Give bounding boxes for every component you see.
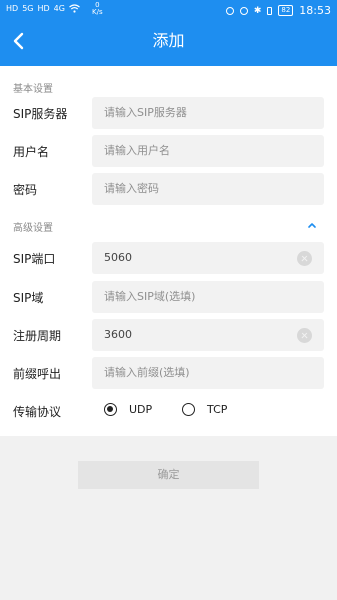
prefix-input[interactable]: 请输入前缀(选填) [92, 357, 324, 389]
sip-port-label: SIP端口 [13, 252, 56, 266]
clear-icon[interactable] [297, 328, 312, 343]
username-label: 用户名 [13, 145, 50, 159]
net-label-4: 4G [53, 4, 65, 13]
sip-server-input[interactable]: 请输入SIP服务器 [92, 97, 324, 129]
network-speed-unit: K/s [92, 8, 103, 16]
chevron-up-icon[interactable] [305, 218, 319, 232]
battery-icon: 82 [278, 5, 294, 16]
password-placeholder: 请输入密码 [104, 182, 159, 195]
status-bar: HD 5G HD 4G 0 K/s ✱ 82 18:53 [0, 0, 337, 22]
sip-port-value: 5060 [104, 251, 132, 264]
vibrate-icon [267, 6, 273, 15]
alarm-icon [239, 6, 248, 15]
register-period-value: 3600 [104, 328, 132, 341]
sip-domain-input[interactable]: 请输入SIP域(选填) [92, 281, 324, 313]
network-speed: 0 K/s [92, 2, 103, 16]
prefix-placeholder: 请输入前缀(选填) [104, 366, 190, 379]
clock: 18:53 [299, 4, 331, 17]
prefix-label: 前缀呼出 [13, 367, 62, 381]
page-title: 添加 [152, 31, 185, 50]
advanced-settings-heading: 高级设置 [13, 223, 53, 234]
username-input[interactable]: 请输入用户名 [92, 135, 324, 167]
confirm-button[interactable]: 确定 [78, 461, 259, 489]
udp-radio[interactable]: UDP [104, 403, 152, 416]
eye-icon [225, 6, 234, 15]
status-right: ✱ 82 18:53 [225, 4, 331, 17]
transport-label: 传输协议 [13, 405, 62, 419]
signal-indicators: HD 5G HD 4G [6, 4, 80, 13]
username-placeholder: 请输入用户名 [104, 144, 170, 157]
basic-settings-heading: 基本设置 [13, 84, 53, 95]
radio-checked-icon [104, 403, 117, 416]
clear-icon[interactable] [297, 251, 312, 266]
net-label-1: HD [6, 4, 19, 13]
register-period-label: 注册周期 [13, 329, 62, 343]
net-label-2: 5G [22, 4, 34, 13]
password-input[interactable]: 请输入密码 [92, 173, 324, 205]
net-label-3: HD [37, 4, 50, 13]
sip-server-placeholder: 请输入SIP服务器 [104, 106, 187, 119]
bluetooth-icon: ✱ [253, 5, 262, 16]
password-label: 密码 [13, 183, 38, 197]
register-period-input[interactable]: 3600 [92, 319, 324, 351]
udp-label: UDP [129, 403, 153, 416]
sip-domain-placeholder: 请输入SIP域(选填) [104, 290, 196, 303]
tcp-label: TCP [207, 403, 228, 416]
sip-domain-label: SIP域 [13, 291, 44, 305]
tcp-radio[interactable]: TCP [182, 403, 227, 416]
sip-server-label: SIP服务器 [13, 107, 68, 121]
app-header: HD 5G HD 4G 0 K/s ✱ 82 18:53 添加 [0, 0, 337, 66]
radio-unchecked-icon [182, 403, 195, 416]
wifi-icon [69, 4, 80, 13]
sip-port-input[interactable]: 5060 [92, 242, 324, 274]
